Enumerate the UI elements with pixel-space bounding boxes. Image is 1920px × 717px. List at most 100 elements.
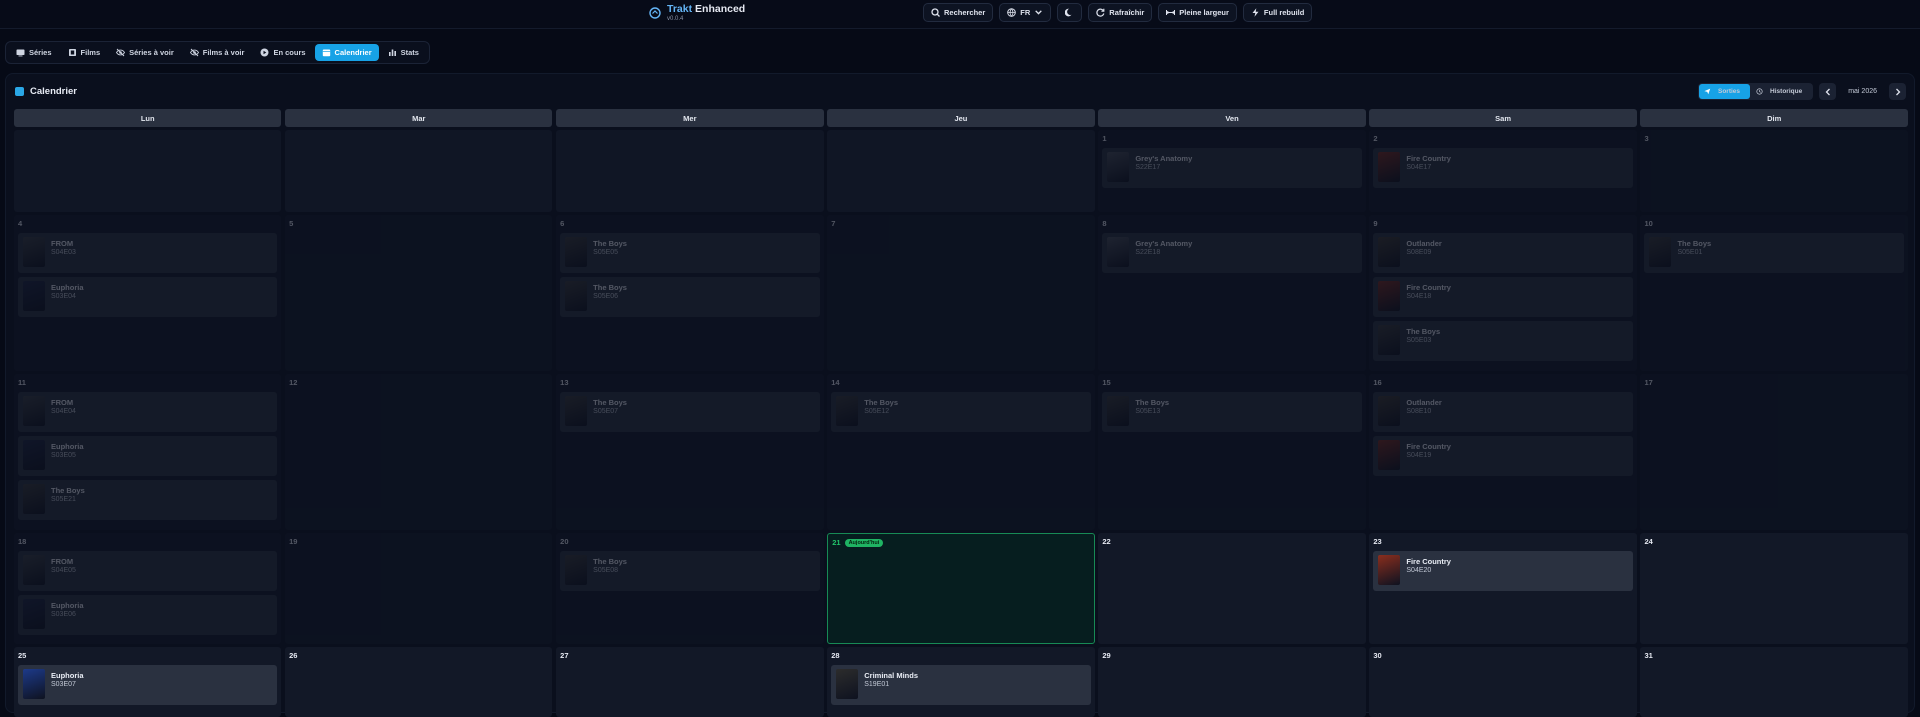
calendar-day-6[interactable]: 6 The Boys S05E05 The Boys S05E06: [556, 215, 824, 371]
calendar-day-17[interactable]: 17: [1640, 374, 1908, 530]
calendar-event[interactable]: Outlander S08E09: [1373, 233, 1633, 273]
calendar-event[interactable]: FROM S04E05: [18, 551, 278, 591]
tab-stats-label: Stats: [400, 48, 419, 57]
calendar-day-27[interactable]: 27: [556, 647, 824, 717]
moon-icon: [1065, 8, 1072, 17]
full-width-button[interactable]: Pleine largeur: [1158, 3, 1237, 22]
calendar-day-24[interactable]: 24: [1640, 533, 1908, 644]
day-number-text: 12: [289, 378, 298, 387]
calendar-day-7[interactable]: 7: [827, 215, 1095, 371]
refresh-button-label: Rafraîchir: [1109, 8, 1145, 17]
calendar-day-8[interactable]: 8 Grey's Anatomy S22E18: [1098, 215, 1366, 371]
brand[interactable]: Trakt Enhanced v0.0.4: [649, 4, 745, 23]
event-text: Criminal Minds S19E01: [864, 669, 918, 688]
calendar-day-26[interactable]: 26: [285, 647, 553, 717]
view-toggle: Sorties Historique: [1698, 83, 1814, 100]
calendar-day-28[interactable]: 28 Criminal Minds S19E01: [827, 647, 1095, 717]
poster-thumbnail: [1107, 396, 1130, 426]
search-button[interactable]: Rechercher: [923, 3, 994, 22]
calendar-event[interactable]: Fire Country S04E20: [1373, 551, 1633, 591]
poster-thumbnail: [23, 281, 45, 311]
language-select[interactable]: FR: [999, 3, 1052, 22]
calendar-event[interactable]: Grey's Anatomy S22E18: [1102, 233, 1362, 273]
calendar-event[interactable]: The Boys S05E08: [560, 551, 820, 591]
calendar-day-10[interactable]: 10 The Boys S05E01: [1640, 215, 1908, 371]
day-number-text: 27: [560, 651, 569, 660]
event-episode-code: S05E13: [1135, 408, 1161, 415]
tab-series-to-watch[interactable]: Séries à voir: [109, 44, 181, 61]
weekday-header: Lun Mar Mer Jeu Ven Sam Dim: [14, 109, 1908, 127]
calendar-event[interactable]: The Boys S05E05: [560, 233, 820, 273]
calendar-event[interactable]: Fire Country S04E19: [1373, 436, 1633, 476]
view-toggle-historique[interactable]: Historique: [1751, 84, 1812, 99]
calendar-day-21[interactable]: 21 Aujourd'hui: [827, 533, 1095, 644]
calendar-day-20[interactable]: 20 The Boys S05E08: [556, 533, 824, 644]
tab-calendar[interactable]: Calendrier: [314, 44, 379, 61]
tab-films-to-watch[interactable]: Films à voir: [183, 44, 252, 61]
event-episode-code: S05E12: [864, 408, 890, 415]
calendar-day-15[interactable]: 15 The Boys S05E13: [1098, 374, 1366, 530]
calendar-day-4[interactable]: 4 FROM S04E03 Euphoria S03E04: [14, 215, 282, 371]
view-toggle-sorties[interactable]: Sorties: [1699, 84, 1751, 99]
calendar-event[interactable]: The Boys S05E07: [560, 392, 820, 432]
calendar-event[interactable]: Criminal Minds S19E01: [831, 665, 1091, 705]
history-icon: [1756, 88, 1763, 95]
next-month-button[interactable]: [1889, 83, 1906, 100]
calendar-event[interactable]: The Boys S05E12: [831, 392, 1091, 432]
calendar-event[interactable]: Euphoria S03E06: [18, 595, 278, 635]
refresh-button[interactable]: Rafraîchir: [1088, 3, 1153, 22]
tab-stats[interactable]: Stats: [381, 44, 426, 61]
calendar-day-30[interactable]: 30: [1369, 647, 1637, 717]
calendar-day-18[interactable]: 18 FROM S04E05 Euphoria S03E06: [14, 533, 282, 644]
tab-films[interactable]: Films: [61, 44, 108, 61]
event-title: Euphoria: [51, 601, 84, 610]
calendar-day-5[interactable]: 5: [285, 215, 553, 371]
tab-in-progress[interactable]: En cours: [253, 44, 312, 61]
calendar-day-9[interactable]: 9 Outlander S08E09 Fire Country S04E18 The Bo…: [1369, 215, 1637, 371]
calendar-day-1[interactable]: 1 Grey's Anatomy S22E17: [1098, 130, 1366, 212]
tab-series[interactable]: Séries: [9, 44, 59, 61]
refresh-icon: [1096, 8, 1105, 17]
calendar-day-29[interactable]: 29: [1098, 647, 1366, 717]
calendar-event[interactable]: FROM S04E03: [18, 233, 278, 273]
calendar-day-14[interactable]: 14 The Boys S05E12: [827, 374, 1095, 530]
day-events: Grey's Anatomy S22E17: [1102, 148, 1362, 188]
day-events: Criminal Minds S19E01: [831, 665, 1091, 705]
calendar-event[interactable]: Euphoria S03E07: [18, 665, 278, 705]
calendar-day-16[interactable]: 16 Outlander S08E10 Fire Country S04E19: [1369, 374, 1637, 530]
poster-thumbnail: [1378, 237, 1401, 267]
calendar-day-19[interactable]: 19: [285, 533, 553, 644]
calendar-event[interactable]: Euphoria S03E04: [18, 277, 278, 317]
play-circle-icon: [260, 48, 269, 57]
calendar-event[interactable]: The Boys S05E01: [1644, 233, 1904, 273]
calendar-event[interactable]: FROM S04E04: [18, 392, 278, 432]
full-rebuild-button[interactable]: Full rebuild: [1242, 3, 1313, 22]
calendar-day-12[interactable]: 12: [285, 374, 553, 530]
event-episode-code: S05E08: [593, 567, 619, 574]
day-events: Euphoria S03E07: [18, 665, 278, 705]
calendar-event[interactable]: The Boys S05E03: [1373, 321, 1633, 361]
bolt-icon: [1252, 8, 1259, 17]
calendar-day-2[interactable]: 2 Fire Country S04E17: [1369, 130, 1637, 212]
day-events: The Boys S05E13: [1102, 392, 1362, 432]
calendar-panel: Calendrier Sorties Historique mai 2026 Lu…: [5, 73, 1915, 717]
calendar-day-22[interactable]: 22: [1098, 533, 1366, 644]
day-events: The Boys S05E12: [831, 392, 1091, 432]
calendar-day-11[interactable]: 11 FROM S04E04 Euphoria S03E05 The Boys S05E21: [14, 374, 282, 530]
calendar-day-31[interactable]: 31: [1640, 647, 1908, 717]
calendar-event[interactable]: The Boys S05E13: [1102, 392, 1362, 432]
calendar-event[interactable]: Outlander S08E10: [1373, 392, 1633, 432]
calendar-event[interactable]: Fire Country S04E17: [1373, 148, 1633, 188]
calendar-event[interactable]: Grey's Anatomy S22E17: [1102, 148, 1362, 188]
calendar-day-25[interactable]: 25 Euphoria S03E07: [14, 647, 282, 717]
calendar-event[interactable]: Euphoria S03E05: [18, 436, 278, 476]
calendar-day-23[interactable]: 23 Fire Country S04E20: [1369, 533, 1637, 644]
calendar-day-3[interactable]: 3: [1640, 130, 1908, 212]
calendar-event[interactable]: Fire Country S04E18: [1373, 277, 1633, 317]
prev-month-button[interactable]: [1819, 83, 1837, 100]
event-text: The Boys S05E01: [1677, 237, 1711, 256]
calendar-event[interactable]: The Boys S05E21: [18, 480, 278, 520]
calendar-event[interactable]: The Boys S05E06: [560, 277, 820, 317]
theme-toggle-button[interactable]: [1057, 3, 1083, 22]
calendar-day-13[interactable]: 13 The Boys S05E07: [556, 374, 824, 530]
